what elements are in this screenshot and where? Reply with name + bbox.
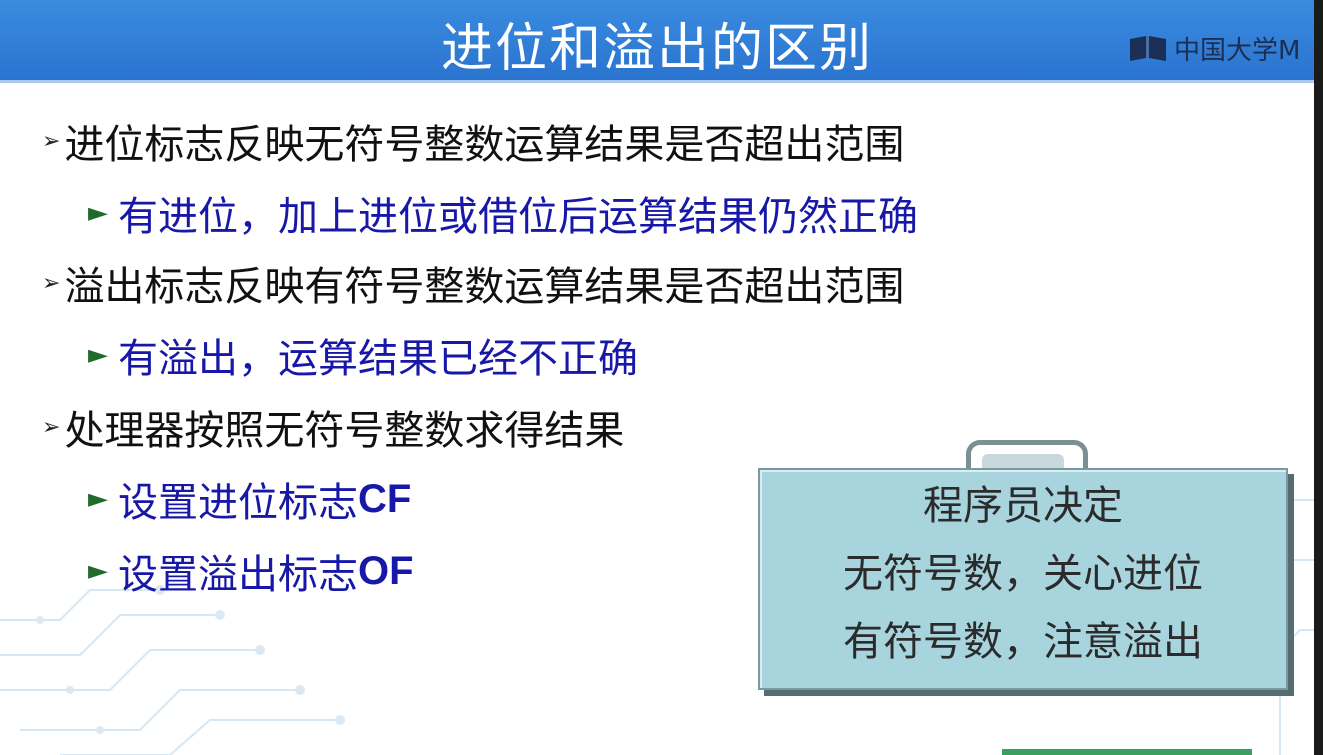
cf-flag-label: CF <box>358 476 412 521</box>
title-bar: 进位和溢出的区别 中国大学M <box>0 0 1314 83</box>
slide-title: 进位和溢出的区别 <box>440 19 873 79</box>
of-flag-label: OF <box>358 548 414 593</box>
bottom-strip <box>1002 749 1252 755</box>
sub-bullet-text: 有溢出，运算结果已经不正确 <box>118 336 638 382</box>
programmer-note-box: 程序员决定 无符号数，关心进位 有符号数，注意溢出 <box>758 468 1288 690</box>
bullet-overflow-flag: ➢ 溢出标志反映有符号整数运算结果是否超出范围 <box>42 254 904 312</box>
screen-edge <box>1314 0 1323 755</box>
arrow-bullet-icon: ➢ <box>42 270 61 296</box>
sub-bullet-text: 设置溢出标志 <box>118 552 358 598</box>
sub-bullet-carry: ► 有进位，加上进位或借位后运算结果仍然正确 <box>88 184 918 242</box>
bullet-text: 处理器按照无符号整数求得结果 <box>64 408 625 454</box>
arrow-bullet-icon: ➢ <box>42 128 61 154</box>
logo: 中国大学M <box>1128 30 1300 66</box>
bullet-carry-flag: ➢ 进位标志反映无符号整数运算结果是否超出范围 <box>42 112 904 170</box>
bullet-text: 溢出标志反映有符号整数运算结果是否超出范围 <box>64 264 905 310</box>
sub-bullet-set-cf: ► 设置进位标志 CF <box>88 470 411 528</box>
sub-bullet-text: 设置进位标志 <box>118 480 358 526</box>
triangle-bullet-icon: ► <box>88 198 108 228</box>
note-line-unsigned: 无符号数，关心进位 <box>843 551 1203 597</box>
sub-bullet-text: 有进位，加上进位或借位后运算结果仍然正确 <box>118 194 918 240</box>
triangle-bullet-icon: ► <box>88 556 108 586</box>
triangle-bullet-icon: ► <box>88 340 108 370</box>
triangle-bullet-icon: ► <box>88 484 108 514</box>
bullet-text: 进位标志反映无符号整数运算结果是否超出范围 <box>64 122 905 168</box>
note-heading: 程序员决定 <box>923 483 1123 529</box>
bullet-processor: ➢ 处理器按照无符号整数求得结果 <box>42 398 624 456</box>
arrow-bullet-icon: ➢ <box>42 414 61 440</box>
mooc-logo-icon <box>1128 33 1170 63</box>
note-line-signed: 有符号数，注意溢出 <box>843 619 1203 665</box>
sub-bullet-overflow: ► 有溢出，运算结果已经不正确 <box>88 326 638 384</box>
sub-bullet-set-of: ► 设置溢出标志 OF <box>88 542 414 600</box>
logo-text: 中国大学M <box>1174 35 1301 66</box>
